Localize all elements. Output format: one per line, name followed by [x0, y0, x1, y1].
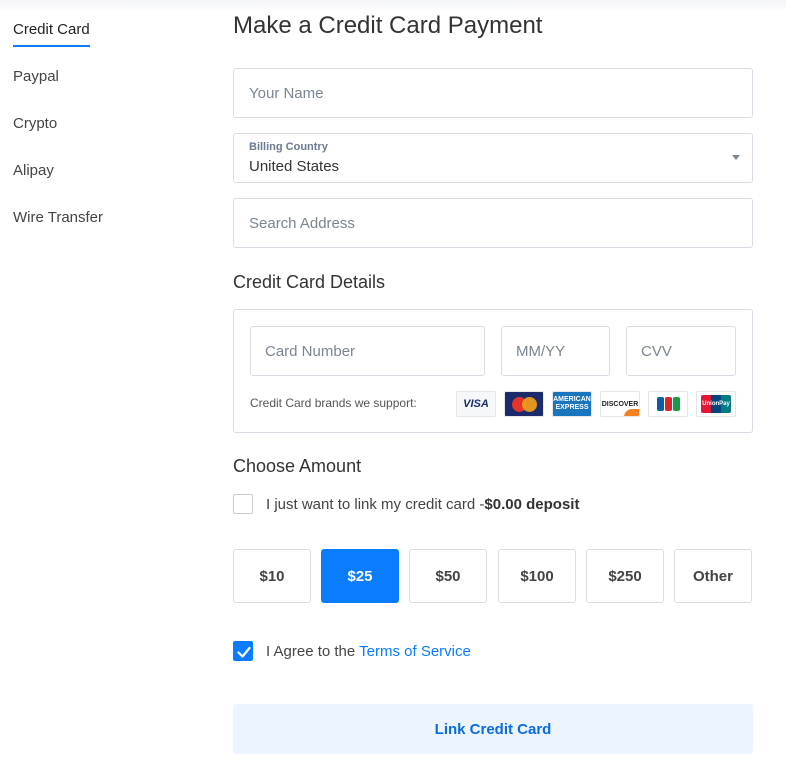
discover-logo-icon: DISCOVER [600, 391, 640, 417]
unionpay-logo-icon: UnionPay [696, 391, 736, 417]
caret-down-icon [732, 155, 740, 160]
amex-logo-icon: AMERICAN EXPRESS [552, 391, 592, 417]
name-input[interactable] [234, 69, 752, 117]
amount-option-25[interactable]: $25 [321, 549, 399, 603]
address-search-input[interactable] [234, 199, 752, 247]
sidebar-item-alipay[interactable]: Alipay [13, 162, 54, 179]
link-credit-card-button[interactable]: Link Credit Card [233, 704, 753, 754]
card-number-wrapper [250, 326, 485, 376]
amex-logo-text: AMERICAN EXPRESS [553, 396, 591, 411]
expiry-wrapper [501, 326, 610, 376]
expiry-input[interactable] [502, 327, 609, 375]
cvv-input[interactable] [627, 327, 735, 375]
sidebar-item-paypal[interactable]: Paypal [13, 68, 59, 85]
agree-checkbox[interactable] [233, 641, 253, 661]
billing-country-value: United States [249, 158, 340, 175]
deposit-amount: $0.00 deposit [484, 496, 580, 513]
brands-label: Credit Card brands we support: [250, 396, 417, 410]
link-only-label: I just want to link my credit card -$0.0… [266, 496, 580, 513]
amount-option-250[interactable]: $250 [586, 549, 664, 603]
amount-option-10[interactable]: $10 [233, 549, 311, 603]
sidebar-item-crypto[interactable]: Crypto [13, 115, 57, 132]
card-details-heading: Credit Card Details [233, 272, 386, 292]
top-shade [0, 0, 786, 12]
name-field-wrapper [233, 68, 753, 118]
visa-logo-icon: VISA [456, 391, 496, 417]
terms-of-service-link[interactable]: Terms of Service [359, 643, 471, 660]
billing-country-label: Billing Country [249, 141, 328, 153]
jcb-logo-icon [648, 391, 688, 417]
card-number-input[interactable] [251, 327, 484, 375]
amount-option-100[interactable]: $100 [498, 549, 576, 603]
check-icon [237, 646, 251, 658]
card-details-box: Credit Card brands we support: VISA AMER… [233, 309, 753, 433]
visa-logo-text: VISA [463, 398, 489, 410]
mastercard-logo-icon [504, 391, 544, 417]
choose-amount-heading: Choose Amount [233, 456, 362, 476]
page-title: Make a Credit Card Payment [233, 12, 543, 39]
sidebar-item-credit-card[interactable]: Credit Card [13, 21, 90, 47]
amount-option-50[interactable]: $50 [409, 549, 487, 603]
address-field-wrapper [233, 198, 753, 248]
unionpay-logo-text: UnionPay [701, 395, 731, 413]
cvv-wrapper [626, 326, 736, 376]
agree-label: I Agree to the Terms of Service [266, 643, 471, 660]
billing-country-select[interactable]: Billing Country United States [233, 133, 753, 183]
amount-option-other[interactable]: Other [674, 549, 752, 603]
sidebar-item-wire-transfer[interactable]: Wire Transfer [13, 209, 103, 226]
discover-logo-text: DISCOVER [601, 400, 639, 408]
link-only-checkbox[interactable] [233, 494, 253, 514]
